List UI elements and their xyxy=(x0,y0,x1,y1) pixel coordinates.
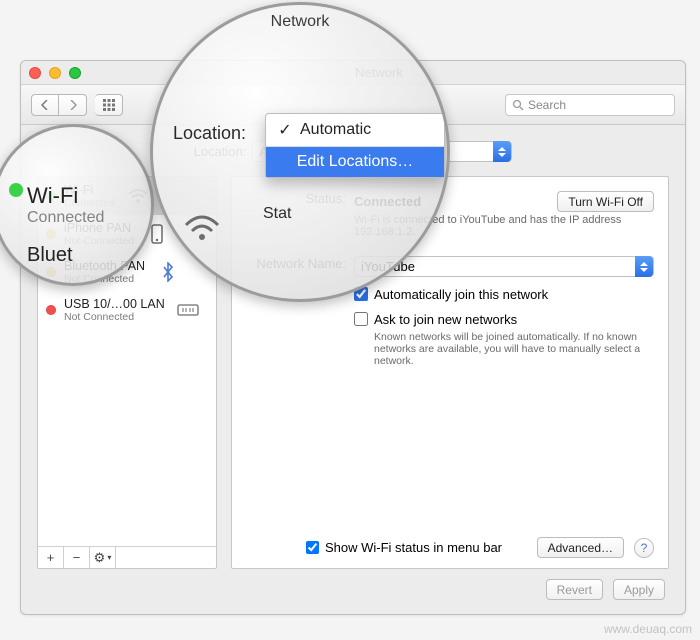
service-name: USB 10/…00 LAN xyxy=(64,297,165,311)
zoom-circle-location: Network Location: ✓ Automatic Edit Locat… xyxy=(150,2,450,302)
advanced-button[interactable]: Advanced… xyxy=(537,537,624,558)
wifi-icon xyxy=(179,205,225,251)
back-button[interactable] xyxy=(31,94,59,116)
zoom-stat-label: Stat xyxy=(263,205,291,223)
chevron-up-down-icon xyxy=(635,256,653,277)
location-menu-item-automatic[interactable]: ✓ Automatic xyxy=(266,114,444,146)
zoom-location-label: Location: xyxy=(173,123,246,144)
ask-join-checkbox[interactable]: Ask to join new networks xyxy=(354,312,654,327)
search-input[interactable]: Search xyxy=(505,94,675,116)
zoom-bt-label: Bluet xyxy=(27,244,73,267)
search-placeholder: Search xyxy=(528,98,566,112)
watermark: www.deuaq.com xyxy=(604,622,692,636)
zoom-wifi-title: Wi-Fi xyxy=(27,183,151,209)
traffic-lights xyxy=(29,67,81,79)
zoom-wifi-sub: Connected xyxy=(27,209,151,227)
minimize-icon[interactable] xyxy=(49,67,61,79)
turn-wifi-off-button[interactable]: Turn Wi-Fi Off xyxy=(557,191,654,212)
forward-button[interactable] xyxy=(59,94,87,116)
grid-icon[interactable] xyxy=(95,94,123,116)
close-icon[interactable] xyxy=(29,67,41,79)
service-sub: Not Connected xyxy=(64,311,165,323)
location-menu-item-edit[interactable]: Edit Locations… xyxy=(266,147,444,177)
remove-service-button[interactable]: − xyxy=(64,547,90,568)
status-dot-icon xyxy=(9,183,23,197)
status-dot-icon xyxy=(46,305,56,315)
zoom-circle-wifi: Wi-Fi Connected Bluet xyxy=(0,124,154,286)
ethernet-icon xyxy=(173,299,203,321)
checkbox-icon[interactable] xyxy=(354,312,368,326)
menu-item-label: Automatic xyxy=(300,121,371,139)
menu-item-label: Edit Locations… xyxy=(297,153,414,171)
chevron-up-down-icon xyxy=(493,141,511,162)
checkbox-icon[interactable] xyxy=(306,541,319,554)
search-icon xyxy=(512,99,524,111)
grid-seg xyxy=(95,94,123,116)
zoom-icon[interactable] xyxy=(69,67,81,79)
ask-join-label: Ask to join new networks xyxy=(374,312,517,327)
sidebar-footer: + − ⚙︎▾ xyxy=(38,546,216,568)
show-status-checkbox[interactable]: Show Wi-Fi status in menu bar xyxy=(306,540,502,555)
location-menu[interactable]: ✓ Automatic Edit Locations… xyxy=(265,113,445,178)
help-button[interactable]: ? xyxy=(634,538,654,558)
ask-join-note: Known networks will be joined automatica… xyxy=(374,331,654,367)
zoom-window-title: Network xyxy=(153,13,447,31)
service-actions-button[interactable]: ⚙︎▾ xyxy=(90,547,116,568)
add-service-button[interactable]: + xyxy=(38,547,64,568)
nav-seg xyxy=(31,94,87,116)
apply-button[interactable]: Apply xyxy=(613,579,665,600)
show-status-label: Show Wi-Fi status in menu bar xyxy=(325,540,502,555)
footer-buttons: Revert Apply xyxy=(37,569,669,600)
gear-icon: ⚙︎ xyxy=(94,550,106,566)
check-icon: ✓ xyxy=(278,120,292,140)
revert-button[interactable]: Revert xyxy=(546,579,603,600)
